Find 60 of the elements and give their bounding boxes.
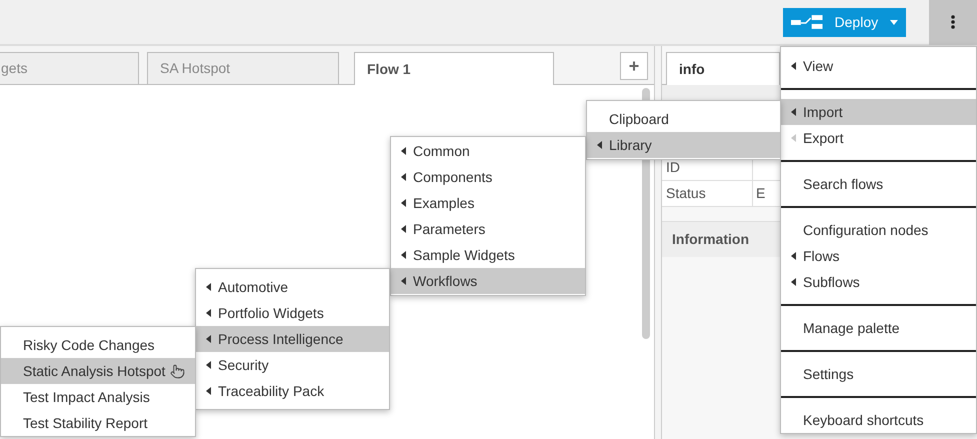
menu-item[interactable]: View [781, 53, 976, 79]
menu-item[interactable]: Components [391, 164, 585, 190]
menu-item-label: Workflows [413, 272, 478, 290]
menu-item[interactable]: Workflows [391, 268, 585, 294]
menu-item[interactable]: Process Intelligence [196, 326, 389, 352]
menu-item[interactable]: Security [196, 352, 389, 378]
menu-item[interactable]: Sample Widgets [391, 242, 585, 268]
menu-item-label: Parameters [413, 220, 486, 238]
menu-item[interactable]: Export [781, 125, 976, 151]
menu-item-label: Process Intelligence [218, 330, 344, 349]
menu-item-label: Security [218, 356, 269, 375]
menu-item-label: Components [413, 168, 492, 187]
sidebar-tab[interactable]: info [666, 52, 780, 85]
menu-item[interactable]: Test Stability Report [1, 410, 195, 436]
menu-item[interactable]: Examples [391, 190, 585, 216]
menu-item-label: Portfolio Widgets [218, 304, 324, 323]
menu-item[interactable]: Parameters [391, 216, 585, 242]
menu-item[interactable]: Traceability Pack [196, 378, 389, 404]
menu-item[interactable]: Subflows [781, 269, 976, 295]
menu-item[interactable]: Clipboard [587, 106, 780, 132]
menu-item[interactable]: Automotive [196, 274, 389, 300]
menu-item-label: Configuration nodes [803, 220, 928, 240]
menu-item[interactable]: Import [781, 99, 976, 125]
menu-item-label: Static Analysis Hotspot [23, 362, 166, 381]
menu-item-label: Risky Code Changes [23, 336, 155, 355]
menu-item[interactable]: Risky Code Changes [1, 332, 195, 358]
menu-item[interactable]: Static Analysis Hotspot [1, 358, 195, 384]
menu-item[interactable]: Manage palette [781, 315, 976, 341]
menu-item-label: Export [803, 128, 844, 148]
workspace-tab[interactable]: Flow 1 [354, 52, 554, 85]
menu-item-label: Settings [803, 364, 854, 384]
menu-item[interactable]: Search flows [781, 171, 976, 197]
menu-item-label: Manage palette [803, 318, 900, 338]
menu-item-label: Test Stability Report [23, 414, 148, 433]
menu-item-label: Library [609, 136, 652, 155]
menu-item-label: Keyboard shortcuts [803, 410, 924, 430]
menu-item[interactable]: Keyboard shortcuts [781, 407, 976, 433]
menu-item[interactable]: Settings [781, 361, 976, 387]
menu-item-label: Import [803, 102, 843, 122]
menu-item-label: Test Impact Analysis [23, 388, 150, 407]
menu-item[interactable]: Common [391, 138, 585, 164]
flow-icon [791, 15, 823, 29]
menu-item[interactable]: Portfolio Widgets [196, 300, 389, 326]
menu-item-label: Common [413, 142, 470, 160]
add-tab-button[interactable]: + [620, 52, 648, 80]
menu-item-label: Subflows [803, 272, 860, 292]
menu-item-label: Search flows [803, 174, 884, 194]
property-label: Status [662, 181, 753, 206]
menu-item[interactable]: Test Impact Analysis [1, 384, 195, 410]
menu-item-label: View [803, 56, 834, 76]
menu-button[interactable] [929, 0, 977, 45]
menu-item[interactable]: Library [587, 132, 780, 158]
vertical-dots-icon [951, 15, 955, 29]
menu-item-label: Traceability Pack [218, 382, 324, 401]
caret-down-icon [890, 20, 898, 24]
menu-item-label: Examples [413, 194, 474, 213]
menu-item-label: Clipboard [609, 110, 669, 129]
menu-item-label: Sample Widgets [413, 246, 515, 265]
property-value: E [755, 184, 766, 203]
menu-item-label: Automotive [218, 278, 288, 296]
